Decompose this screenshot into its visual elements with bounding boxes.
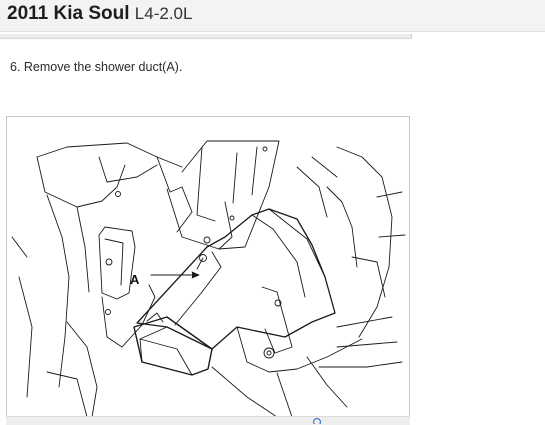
callout-label-a: A xyxy=(130,272,140,287)
section-divider xyxy=(0,34,412,39)
zoom-icon[interactable] xyxy=(312,417,322,424)
page-title: 2011 Kia Soul L4-2.0L xyxy=(7,3,192,25)
procedure-step: 6. Remove the shower duct(A). xyxy=(10,60,183,74)
engine-spec: L4-2.0L xyxy=(134,4,193,23)
shower-duct-illustration xyxy=(11,140,406,418)
header-bar: 2011 Kia Soul L4-2.0L xyxy=(0,0,545,32)
vehicle-model: 2011 Kia Soul xyxy=(7,3,130,24)
illustration-frame[interactable]: A xyxy=(6,116,410,424)
